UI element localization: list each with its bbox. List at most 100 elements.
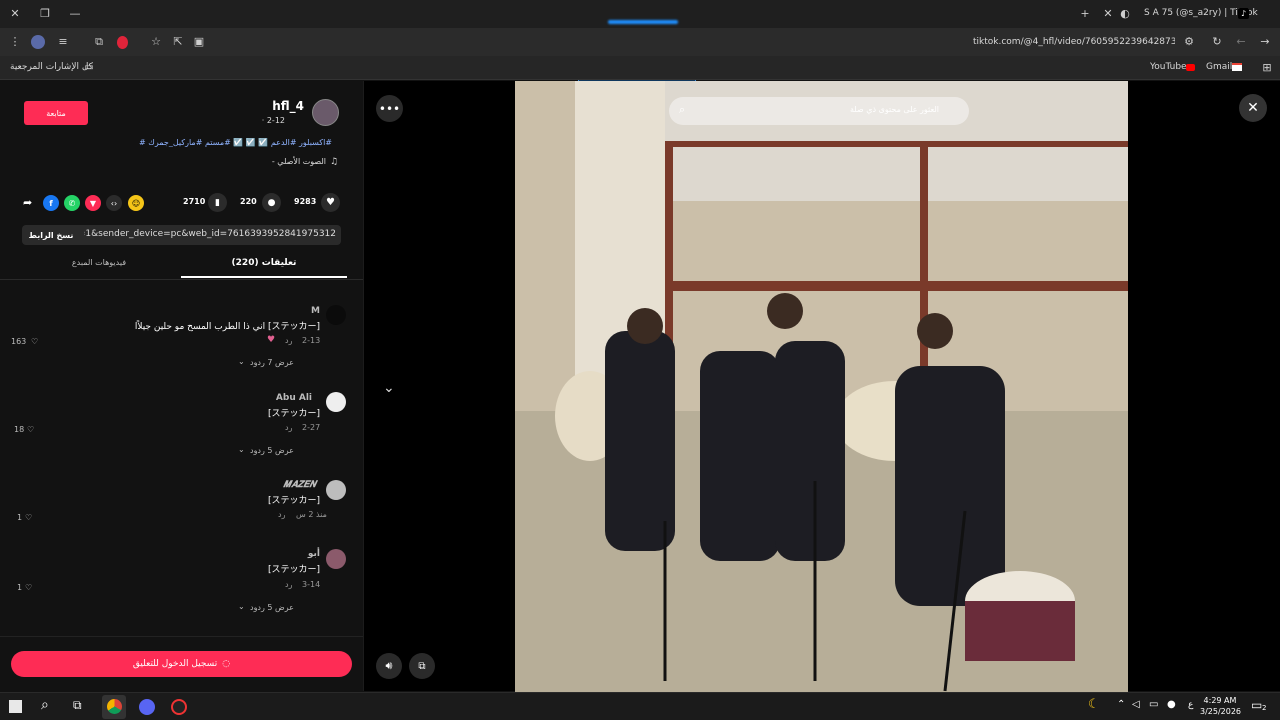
speaker-icon[interactable]: ◁ (1132, 699, 1140, 710)
comment-avatar[interactable] (326, 305, 346, 325)
comment-likes: 1 (17, 583, 23, 592)
input-language[interactable]: ع (1188, 700, 1193, 710)
more-dots-icon: ••• (378, 101, 401, 116)
notifications-icon[interactable]: ▭ (1251, 698, 1262, 712)
sound-label[interactable]: الصوت الأصلي - (230, 157, 326, 166)
close-window-icon[interactable]: ✕ (8, 7, 22, 21)
embed-button[interactable]: ‹› (106, 195, 122, 211)
night-light-icon[interactable]: ☾ (1088, 697, 1100, 712)
login-to-comment-button[interactable]: تسجيل الدخول للتعليق ◌ (11, 651, 352, 677)
whatsapp-share-button[interactable]: ✆ (64, 195, 80, 211)
whatsapp-icon: ✆ (68, 198, 76, 208)
windows-start-icon[interactable] (9, 700, 22, 713)
back-icon[interactable]: → (1258, 35, 1272, 49)
reply-link[interactable]: رد (285, 580, 292, 589)
tab-comments[interactable]: تعليقات (220) (181, 258, 347, 268)
minimize-window-icon[interactable]: — (68, 7, 82, 21)
tab-creator-videos[interactable]: فيديوهات المبدع (16, 258, 182, 267)
browser-address-bar: ⋮ ≡ ⧉ ☆ ⇱ ▣ tiktok.com/@4_hfl/video/7605… (0, 28, 1280, 83)
comment-text: [ステッカー] (267, 409, 320, 419)
heart-outline-icon[interactable]: ♡ (27, 425, 34, 434)
creator-avatar[interactable] (312, 99, 339, 126)
close-tab-icon[interactable]: ✕ (1101, 7, 1115, 21)
scroll-down-chevron-icon[interactable]: ⌄ (383, 380, 395, 396)
clock[interactable]: 4:29 AM 3/25/2026 (1200, 695, 1242, 717)
share-icon[interactable]: ⇱ (171, 35, 185, 49)
comment-bubble-icon: ● (267, 197, 276, 208)
comment-username[interactable]: M (270, 306, 320, 316)
network-icon[interactable]: ▭ (1149, 699, 1158, 710)
chevron-down-icon: ⌄ (238, 445, 245, 454)
creator-username[interactable]: hfl_4 (230, 99, 304, 113)
video-player[interactable]: ⌕ العثور على محتوى ذي صلة (515, 81, 1128, 693)
follow-button[interactable]: متابعة (24, 101, 88, 125)
miniplayer-button[interactable]: ⧉ (409, 653, 435, 679)
facebook-share-button[interactable]: f (43, 195, 59, 211)
search-icon[interactable]: ⌕ (41, 697, 49, 713)
reply-link[interactable]: رد (285, 423, 292, 432)
bookmark-star-icon[interactable]: ☆ (149, 35, 163, 49)
discord-icon[interactable] (139, 699, 155, 715)
comment-avatar[interactable] (326, 549, 346, 569)
comment-username[interactable]: أبو (270, 549, 320, 559)
comment-avatar[interactable] (326, 480, 346, 500)
install-app-icon[interactable]: ▣ (192, 35, 206, 49)
task-view-icon[interactable]: ⧉ (73, 698, 82, 713)
share-link-text[interactable]: p=1&sender_device=pc&web_id=761639395284… (84, 229, 336, 239)
miniplayer-icon: ⧉ (418, 660, 426, 672)
video-frame-graphic (515, 81, 1128, 693)
comment-username[interactable]: Abu Ali (250, 393, 312, 403)
forward-icon[interactable]: ← (1234, 35, 1248, 49)
reload-icon[interactable]: ↻ (1210, 35, 1224, 49)
heart-outline-icon[interactable]: ♡ (25, 583, 32, 592)
close-video-button[interactable]: ✕ (1239, 94, 1267, 122)
reading-list-icon[interactable]: ≡ (56, 35, 70, 49)
share-arrow-icon[interactable]: ➦ (23, 196, 32, 209)
clock-date: 3/25/2026 (1200, 707, 1242, 716)
restore-window-icon[interactable]: ❐ (38, 7, 52, 21)
show-hidden-icons-chevron-icon[interactable]: ⌃ (1117, 699, 1125, 710)
repost-button[interactable]: ☺ (128, 195, 144, 211)
related-search-box[interactable]: ⌕ العثور على محتوى ذي صلة (669, 97, 969, 125)
repost-icon: ☺ (131, 198, 141, 208)
site-settings-icon[interactable]: ⚙ (1182, 35, 1196, 49)
copy-link-button[interactable]: نسخ الرابط (24, 227, 78, 243)
save-button[interactable]: ▮ (208, 193, 227, 212)
comment-button[interactable]: ● (262, 193, 281, 212)
mute-button[interactable]: 🔊︎ (376, 653, 402, 679)
new-tab-icon[interactable]: + (1078, 7, 1092, 21)
apps-grid-icon[interactable]: ⊞ (1260, 61, 1274, 75)
tab-title[interactable]: S A 75 (@s_a2ry) | TikTok (1144, 8, 1258, 18)
microphone-icon[interactable]: ● (1167, 699, 1176, 710)
music-note-icon: ♫ (330, 157, 339, 167)
extensions-icon[interactable]: ⧉ (92, 35, 106, 49)
comment-date: منذ 2 س (296, 510, 327, 519)
send-button[interactable]: ▼ (85, 195, 101, 211)
view-replies-link[interactable]: عرض 5 ردود (250, 603, 330, 612)
profile-avatar-icon[interactable] (31, 35, 45, 49)
comment-likes: 163 (11, 337, 27, 346)
more-options-button[interactable]: ••• (376, 95, 403, 122)
gmail-bookmark[interactable]: Gmail (1206, 62, 1232, 72)
like-button[interactable]: ♥ (321, 193, 340, 212)
comment-avatar[interactable] (326, 392, 346, 412)
heart-outline-icon[interactable]: ♡ (25, 513, 32, 522)
obs-icon[interactable] (171, 699, 187, 715)
chevron-down-icon: ⌄ (238, 602, 245, 611)
related-search-placeholder: العثور على محتوى ذي صلة (849, 105, 939, 114)
footer-divider (0, 636, 363, 637)
post-caption[interactable]: #اكسبلور #الدعم ☑️ ☑️ ☑️ #مستم #ماركيل_ج… (120, 138, 332, 147)
heart-outline-icon[interactable]: ♡ (31, 337, 38, 346)
menu-dots-icon[interactable]: ⋮ (8, 35, 22, 49)
view-replies-link[interactable]: عرض 7 ردود (250, 358, 330, 367)
view-replies-link[interactable]: عرض 5 ردود (250, 446, 330, 455)
youtube-bookmark[interactable]: YouTube (1150, 62, 1187, 72)
reply-link[interactable]: رد (285, 336, 292, 345)
comment-likes: 1 (17, 513, 23, 522)
url-text[interactable]: tiktok.com/@4_hfl/video/7605952239642873… (973, 37, 1175, 47)
extension-icon[interactable] (117, 36, 128, 49)
reply-link[interactable]: رد (278, 510, 285, 519)
comment-username[interactable]: 𝑴𝑨𝒁𝑬𝑵 (240, 480, 316, 490)
windows-taskbar: ⌕ ⧉ ☾ ⌃ ◁ ▭ ● ع 4:29 AM 3/25/2026 ▭ 2 (0, 692, 1280, 720)
comment-date: 2-13 (302, 336, 321, 345)
